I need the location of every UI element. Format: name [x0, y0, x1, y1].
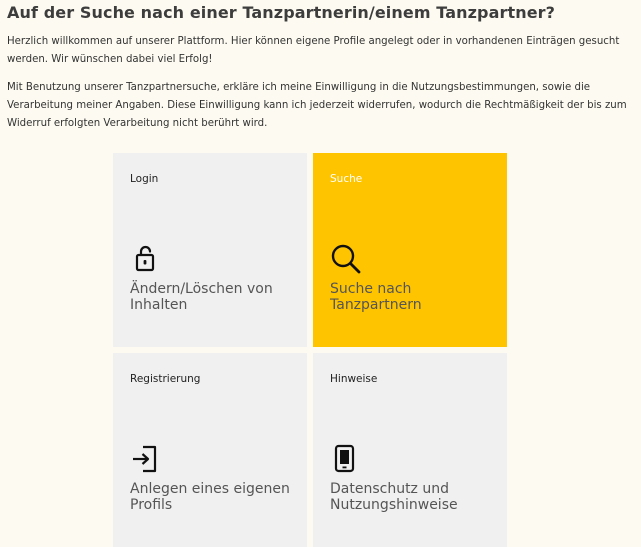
page-title: Auf der Suche nach einer Tanzpartnerin/e… — [7, 3, 556, 22]
sign-in-icon — [130, 443, 162, 475]
tile-label: Login — [130, 173, 159, 185]
tile-login[interactable]: Login Ändern/Löschen von Inhalten — [113, 153, 307, 347]
intro-text: Herzlich willkommen auf unserer Plattfor… — [7, 36, 620, 65]
tablet-icon — [330, 443, 362, 475]
tile-label: Suche — [330, 173, 363, 185]
tile-search[interactable]: Suche Suche nach Tanzpartnern — [313, 153, 507, 347]
tile-register[interactable]: Registrierung Anlegen eines eigenen Prof… — [113, 353, 307, 547]
tile-text: Suche nach Tanzpartnern — [330, 281, 422, 313]
page: Auf der Suche nach einer Tanzpartnerin/e… — [0, 0, 641, 547]
unlock-icon — [130, 243, 162, 275]
tile-notes[interactable]: Hinweise Datenschutz und Nutzungshinweis… — [313, 353, 507, 547]
tile-label: Registrierung — [130, 373, 201, 385]
tile-text: Datenschutz und Nutzungshinweise — [330, 481, 458, 513]
tile-text: Ändern/Löschen von Inhalten — [130, 281, 273, 313]
search-icon — [330, 243, 362, 275]
tile-text: Anlegen eines eigenen Profils — [130, 481, 290, 513]
consent-text: Mit Benutzung unserer Tanzpartnersuche, … — [7, 82, 627, 129]
tile-label: Hinweise — [330, 373, 378, 385]
